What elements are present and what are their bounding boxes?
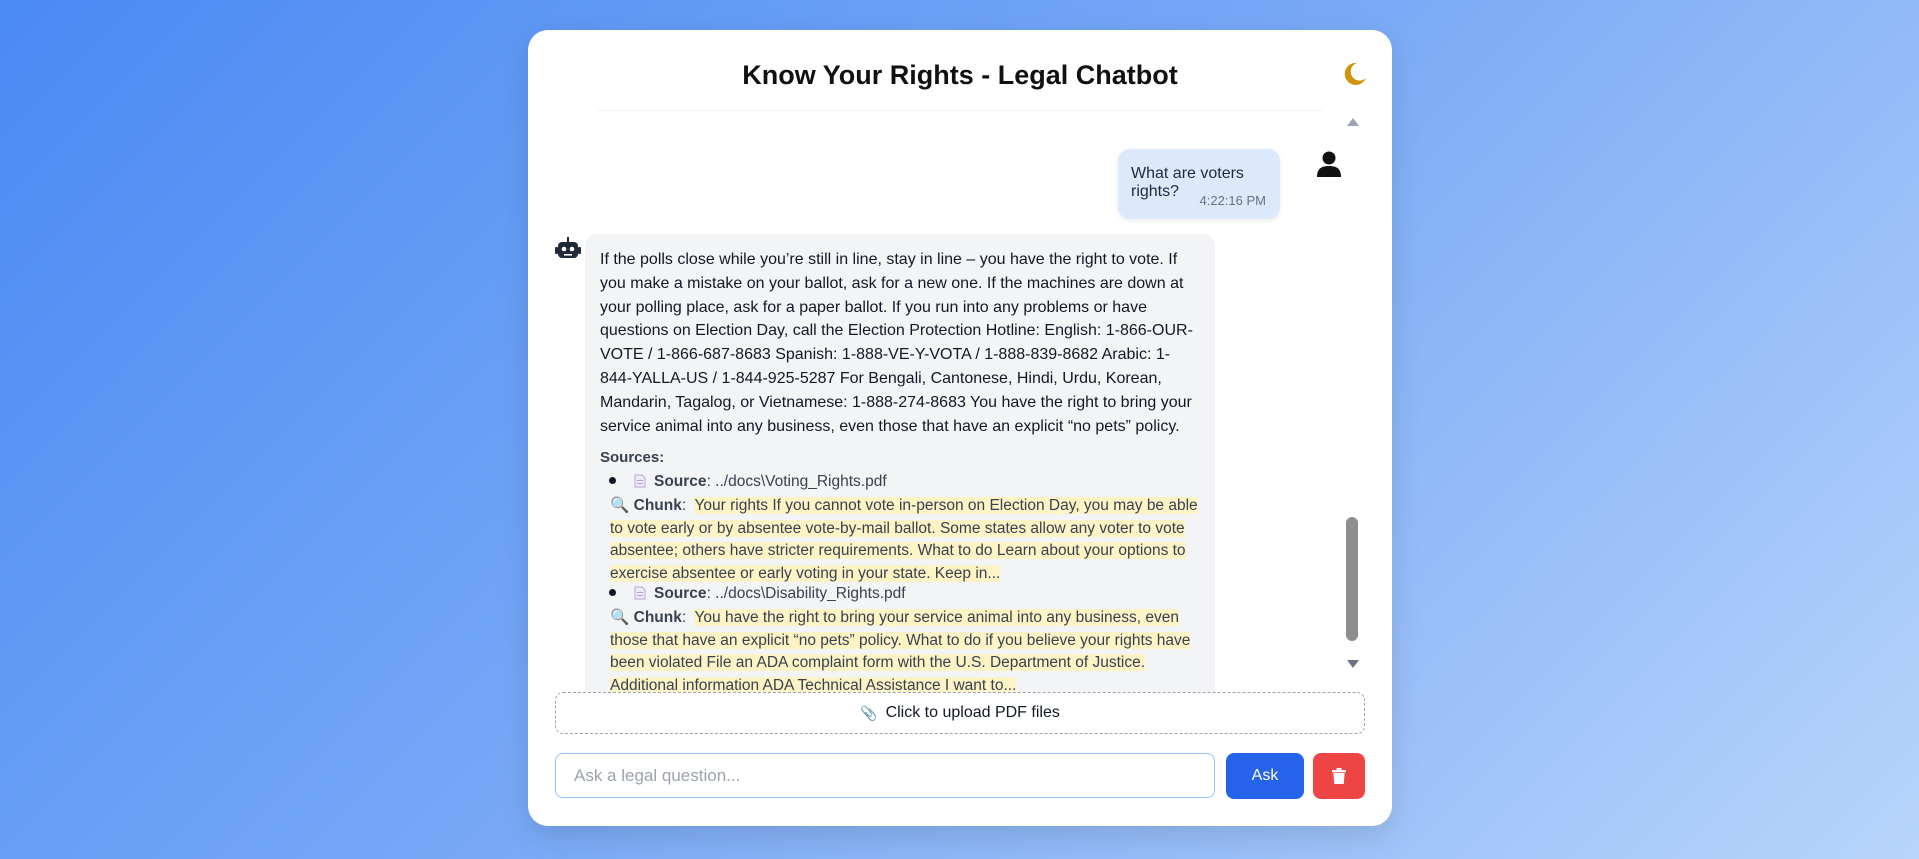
bullet — [609, 477, 616, 485]
source-item: Source: ../docs\Disability_Rights.pdf — [600, 585, 906, 603]
document-icon — [634, 474, 646, 488]
source-item: Source: ../docs\Voting_Rights.pdf — [600, 473, 887, 491]
page-title: Know Your Rights - Legal Chatbot — [742, 60, 1178, 90]
chunk-text: Your rights If you cannot vote in-person… — [610, 497, 1198, 582]
chunk-key: Chunk — [633, 497, 682, 514]
moon-icon — [1344, 62, 1366, 85]
source-path: : ../docs\Disability_Rights.pdf — [706, 585, 906, 602]
source-key: Source — [654, 585, 707, 602]
scrollbar-thumb[interactable] — [1346, 517, 1358, 641]
user-icon — [1317, 151, 1341, 177]
chunk-key: Chunk — [633, 609, 682, 626]
user-message-bubble: What are voters rights? 4:22:16 PM — [1118, 149, 1280, 219]
sources-heading: Sources: — [600, 449, 665, 466]
paperclip-icon: 📎 — [860, 704, 878, 721]
source-key: Source — [654, 473, 707, 490]
question-input[interactable] — [555, 753, 1215, 798]
source-path: : ../docs\Voting_Rights.pdf — [706, 473, 887, 490]
scroll-up-arrow-icon[interactable] — [1347, 118, 1359, 126]
upload-pdf-button[interactable]: 📎 Click to upload PDF files — [555, 692, 1365, 734]
chat-messages[interactable]: What are voters rights? 4:22:16 PM If th… — [548, 112, 1353, 702]
document-icon — [634, 586, 646, 600]
magnifier-icon: 🔍 — [610, 609, 630, 626]
theme-toggle-button[interactable] — [1340, 60, 1368, 88]
robot-icon — [555, 237, 581, 258]
trash-icon — [1332, 768, 1346, 784]
chat-card: Know Your Rights - Legal Chatbot What ar… — [528, 30, 1392, 826]
user-message-time: 4:22:16 PM — [1199, 193, 1267, 208]
magnifier-icon: 🔍 — [610, 497, 630, 514]
chunk-text: You have the right to bring your service… — [610, 609, 1191, 694]
chunk-item: 🔍 Chunk: You have the right to bring you… — [610, 609, 1191, 694]
scroll-down-arrow-icon[interactable] — [1347, 660, 1359, 668]
chunk-item: 🔍 Chunk: Your rights If you cannot vote … — [610, 497, 1198, 582]
header-divider — [598, 110, 1322, 111]
bot-message-bubble: If the polls close while you’re still in… — [585, 234, 1215, 702]
chat-scrollbar[interactable] — [1342, 112, 1362, 672]
bullet — [609, 589, 616, 597]
ask-button[interactable]: Ask — [1226, 753, 1304, 799]
upload-label: Click to upload PDF files — [885, 704, 1060, 721]
bot-message-text: If the polls close while you’re still in… — [600, 251, 1193, 435]
clear-chat-button[interactable] — [1313, 753, 1365, 799]
